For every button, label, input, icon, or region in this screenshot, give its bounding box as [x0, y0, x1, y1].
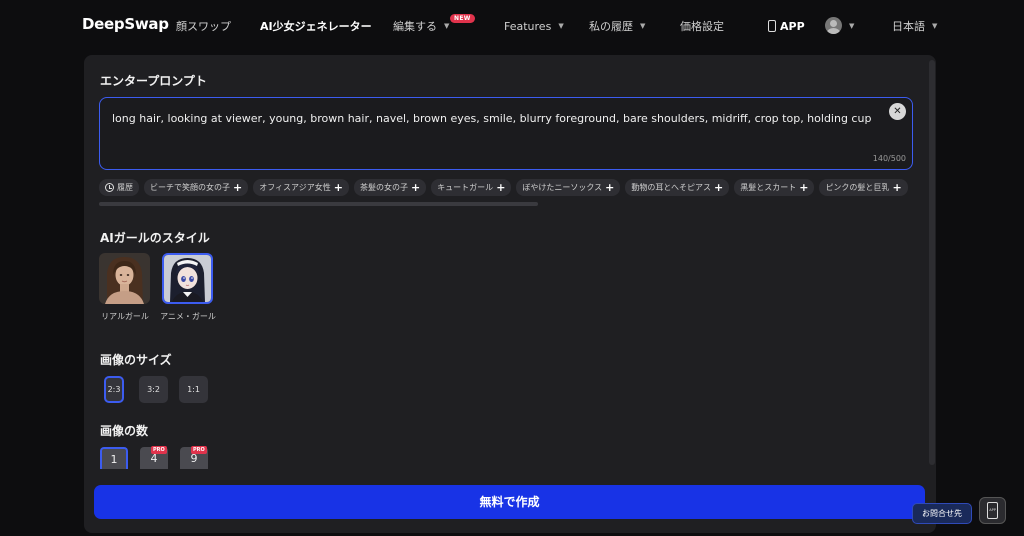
nav-face-swap-label: 顔スワップ: [176, 20, 231, 33]
avatar[interactable]: [825, 17, 842, 34]
chevron-down-icon[interactable]: ▼: [849, 22, 854, 30]
plus-icon: +: [605, 181, 615, 194]
style-option-anime-girl[interactable]: [162, 253, 213, 304]
count-option-1[interactable]: 1: [100, 447, 128, 469]
nav-edit-label: 編集する: [393, 20, 437, 33]
real-girl-thumbnail: [99, 253, 150, 304]
plus-icon: +: [496, 181, 506, 194]
suggestion-label: オフィスアジア女性: [259, 183, 331, 192]
nav-features-label: Features: [504, 19, 552, 33]
chevron-down-icon: ▼: [444, 22, 450, 30]
nav-face-swap[interactable]: 顔スワップ: [176, 18, 231, 34]
phone-icon: APP: [987, 502, 998, 519]
prompt-text[interactable]: long hair, looking at viewer, young, bro…: [112, 111, 882, 126]
suggestion-label: 黒髪とスカート: [740, 183, 797, 192]
top-nav: DeepSwap 顔スワップ AI少女ジェネレーター 編集する ▼ NEW Fe…: [0, 0, 1024, 52]
size-title: 画像のサイズ: [100, 353, 172, 367]
plus-icon: +: [714, 181, 724, 194]
plus-icon: +: [410, 181, 421, 194]
suggestion-label: 茶髪の女の子: [359, 183, 408, 192]
suggestion-label: ビーチで笑顔の女の子: [150, 183, 230, 192]
count-title: 画像の数: [100, 424, 149, 438]
suggestion-chip[interactable]: ピンクの髪と巨乳 +: [819, 179, 908, 196]
history-chip-label: 履歴: [117, 183, 133, 192]
nav-edit[interactable]: 編集する ▼: [393, 18, 449, 34]
size-option-1-1[interactable]: 1:1: [179, 376, 208, 403]
suggestion-chip[interactable]: ぼやけたニーソックス +: [516, 179, 621, 196]
nav-history[interactable]: 私の履歴 ▼: [589, 18, 645, 34]
plus-icon: +: [799, 181, 809, 194]
nav-ai-girl-generator[interactable]: AI少女ジェネレーター: [260, 18, 372, 34]
create-button[interactable]: 無料で作成: [94, 485, 925, 519]
size-option-2-3[interactable]: 2:3: [104, 376, 124, 403]
suggestion-label: 動物の耳とへそピアス: [631, 183, 711, 192]
new-badge: NEW: [450, 14, 475, 23]
suggestion-label: ピンクの髪と巨乳: [825, 183, 890, 192]
style-label-real-girl: リアルガール: [101, 312, 149, 321]
style-label-anime-girl: アニメ・ガール: [160, 312, 216, 321]
prompt-input[interactable]: long hair, looking at viewer, young, bro…: [99, 97, 913, 170]
nav-app[interactable]: APP: [768, 18, 805, 34]
language-selector[interactable]: 日本語 ▼: [892, 18, 937, 34]
chevron-down-icon: ▼: [932, 22, 938, 30]
nav-history-label: 私の履歴: [589, 20, 633, 33]
nav-features[interactable]: Features ▼: [504, 18, 564, 34]
chevron-down-icon: ▼: [558, 22, 564, 30]
suggestion-chip[interactable]: 動物の耳とへそピアス +: [625, 179, 730, 196]
suggestion-chip[interactable]: ビーチで笑顔の女の子 +: [144, 179, 249, 196]
style-title: AIガールのスタイル: [100, 231, 210, 245]
contact-button[interactable]: お問合せ先: [912, 503, 972, 524]
language-label: 日本語: [892, 20, 925, 33]
logo[interactable]: DeepSwap: [82, 15, 169, 33]
pro-badge: PRO: [191, 446, 207, 454]
vertical-scrollbar[interactable]: [929, 60, 935, 465]
suggestion-chip[interactable]: オフィスアジア女性 +: [253, 179, 349, 196]
app-float-label: APP: [989, 508, 996, 512]
style-option-real-girl[interactable]: [99, 253, 150, 304]
plus-icon: +: [333, 181, 343, 194]
nav-pricing-label: 価格設定: [680, 20, 724, 33]
pro-badge: PRO: [151, 446, 167, 454]
clear-prompt-button[interactable]: ✕: [889, 103, 906, 120]
chevron-down-icon: ▼: [640, 22, 646, 30]
suggestion-chip[interactable]: キュートガール +: [431, 179, 512, 196]
character-counter: 140/500: [872, 154, 906, 163]
suggestions-scrollbar[interactable]: [99, 202, 538, 206]
prompt-suggestions: 履歴 ビーチで笑顔の女の子 + オフィスアジア女性 + 茶髪の女の子 + キュー…: [99, 179, 914, 197]
nav-pricing[interactable]: 価格設定: [680, 18, 724, 34]
clock-icon: [105, 183, 114, 192]
history-chip[interactable]: 履歴: [99, 179, 139, 196]
suggestion-chip[interactable]: 茶髪の女の子 +: [353, 179, 427, 196]
anime-girl-thumbnail: [164, 255, 211, 302]
suggestion-chip[interactable]: 黒髪とスカート +: [734, 179, 815, 196]
nav-ai-girl-generator-label: AI少女ジェネレーター: [260, 20, 372, 33]
app-download-button[interactable]: APP: [979, 497, 1006, 524]
phone-icon: [768, 20, 776, 32]
suggestion-label: キュートガール: [437, 183, 494, 192]
plus-icon: +: [892, 181, 902, 194]
suggestion-label: ぼやけたニーソックス: [522, 183, 603, 192]
prompt-title: エンタープロンプト: [100, 74, 207, 88]
size-option-3-2[interactable]: 3:2: [139, 376, 168, 403]
nav-app-label: APP: [780, 19, 805, 33]
plus-icon: +: [233, 181, 243, 194]
